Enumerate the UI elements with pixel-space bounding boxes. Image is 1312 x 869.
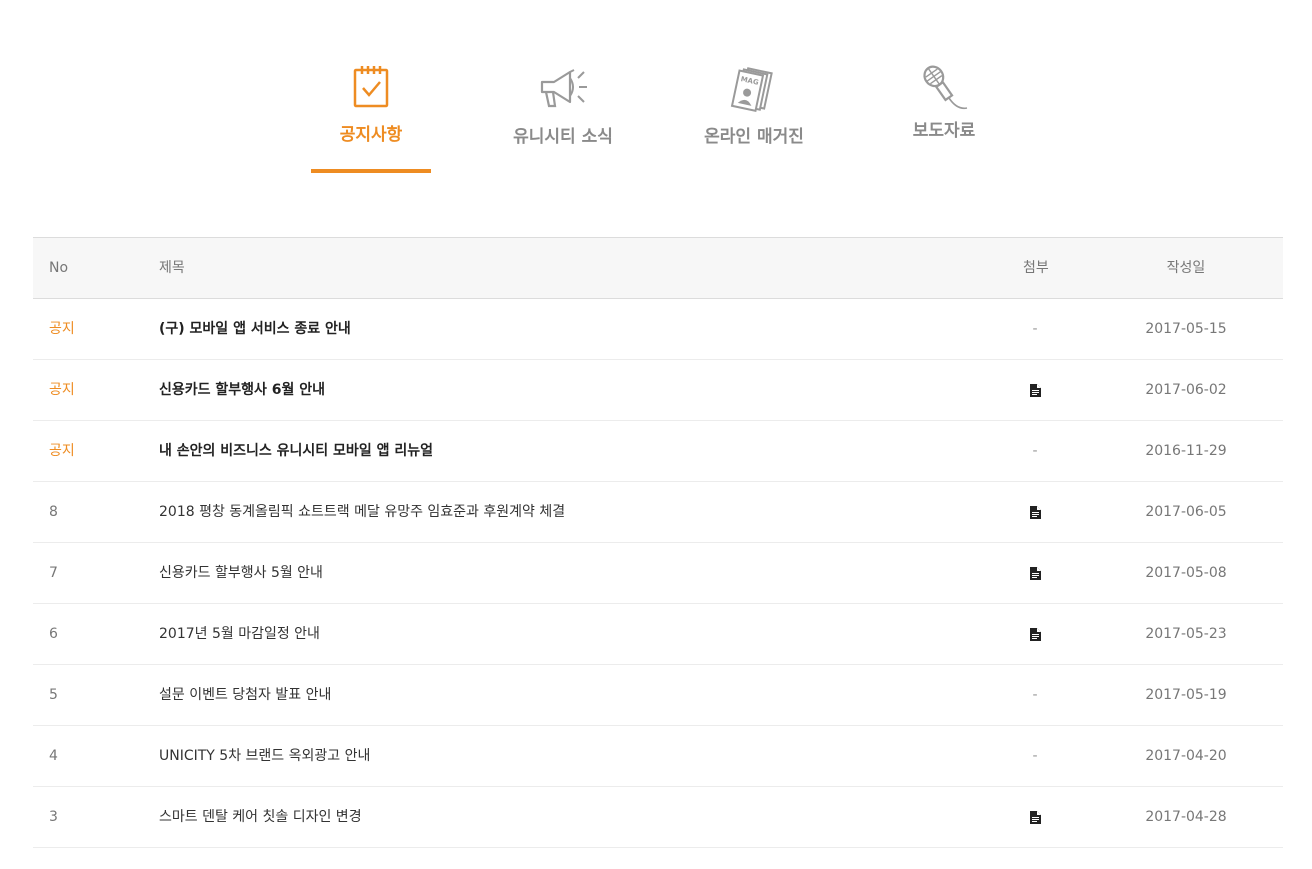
board-tabs: 공지사항 유니시티 소식 MAG 온라인 매거진 보도자료 (0, 0, 1312, 200)
attachment-cell: - (1032, 321, 1038, 337)
tab-label: 유니시티 소식 (513, 127, 613, 147)
document-icon (1029, 566, 1041, 580)
tab-online-magazine[interactable]: MAG 온라인 매거진 (691, 64, 817, 147)
tab-label: 온라인 매거진 (704, 127, 804, 147)
tab-press-release[interactable]: 보도자료 (896, 64, 992, 141)
magazine-icon: MAG (730, 67, 773, 112)
attachment-cell: - (1032, 687, 1038, 703)
row-number: 7 (49, 565, 58, 581)
row-title-link[interactable]: 신용카드 할부행사 5월 안내 (159, 543, 323, 603)
document-icon (1029, 383, 1041, 397)
table-row[interactable]: 8 2018 평창 동계올림픽 쇼트트랙 메달 유망주 임효준과 후원계약 체결 2… (33, 482, 1283, 543)
table-body: 공지 (구) 모바일 앱 서비스 종료 안내 -2017-05-15 공지 신용카드 할… (33, 299, 1283, 848)
row-title-link[interactable]: UNICITY 5차 브랜드 옥외광고 안내 (159, 726, 370, 786)
active-tab-underline (311, 169, 431, 173)
table-row[interactable]: 4 UNICITY 5차 브랜드 옥외광고 안내 - 2017-04-20 (33, 726, 1283, 787)
document-icon (1029, 505, 1041, 519)
microphone-icon (923, 65, 968, 110)
row-date: 2016-11-29 (1145, 443, 1227, 459)
notice-table: No 제목 첨부 작성일 공지 (구) 모바일 앱 서비스 종료 안내 - 2017-… (33, 237, 1283, 848)
row-title-link[interactable]: 2017년 5월 마감일정 안내 (159, 604, 320, 664)
row-date: 2017-05-23 (1145, 626, 1227, 642)
table-row[interactable]: 공지 내 손안의 비즈니스 유니시티 모바일 앱 리뉴얼 - 2016-11-29 (33, 421, 1283, 482)
document-icon (1029, 810, 1041, 824)
header-no: No (49, 260, 69, 276)
attachment-cell: - (1032, 748, 1038, 764)
table-row[interactable]: 7 신용카드 할부행사 5월 안내 2017-05-08 (33, 543, 1283, 604)
row-title-link[interactable]: 스마트 덴탈 케어 칫솔 디자인 변경 (159, 787, 362, 847)
header-date: 작성일 (1166, 260, 1206, 276)
row-title-link[interactable]: 2018 평창 동계올림픽 쇼트트랙 메달 유망주 임효준과 후원계약 체결 (159, 482, 565, 542)
row-number: 공지 (49, 443, 75, 459)
attachment-cell[interactable] (1023, 482, 1047, 542)
row-title-link[interactable]: (구) 모바일 앱 서비스 종료 안내 (159, 299, 351, 359)
header-attachment: 첨부 (1023, 260, 1049, 276)
table-row[interactable]: 5 설문 이벤트 당첨자 발표 안내 - 2017-05-19 (33, 665, 1283, 726)
table-row[interactable]: 공지 신용카드 할부행사 6월 안내 2017-06-02 (33, 360, 1283, 421)
row-number: 8 (49, 504, 58, 520)
table-row[interactable]: 6 2017년 5월 마감일정 안내 2017-05-23 (33, 604, 1283, 665)
row-title-link[interactable]: 내 손안의 비즈니스 유니시티 모바일 앱 리뉴얼 (159, 421, 433, 481)
notepad-check-icon (353, 66, 389, 108)
row-title-link[interactable]: 설문 이벤트 당첨자 발표 안내 (159, 665, 331, 725)
tab-label: 보도자료 (912, 121, 976, 141)
tab-notice[interactable]: 공지사항 (311, 64, 431, 145)
table-row[interactable]: 3 스마트 덴탈 케어 칫솔 디자인 변경 2017-04-28 (33, 787, 1283, 848)
tab-label: 공지사항 (339, 125, 403, 145)
row-date: 2017-06-02 (1145, 382, 1227, 398)
megaphone-icon (540, 69, 587, 108)
row-date: 2017-05-19 (1145, 687, 1227, 703)
table-row[interactable]: 공지 (구) 모바일 앱 서비스 종료 안내 - 2017-05-15 (33, 299, 1283, 360)
row-number: 6 (49, 626, 58, 642)
header-title: 제목 (159, 260, 185, 276)
row-number: 공지 (49, 382, 75, 398)
table-header: No 제목 첨부 작성일 (33, 238, 1283, 299)
row-number: 공지 (49, 321, 75, 337)
row-number: 3 (49, 809, 58, 825)
row-number: 5 (49, 687, 58, 703)
attachment-cell[interactable] (1023, 360, 1047, 420)
row-date: 2017-05-08 (1145, 565, 1227, 581)
row-date: 2017-04-20 (1145, 748, 1227, 764)
attachment-cell[interactable] (1023, 543, 1047, 603)
attachment-cell[interactable] (1023, 787, 1047, 847)
row-date: 2017-05-15 (1145, 321, 1227, 337)
row-number: 4 (49, 748, 58, 764)
attachment-cell: - (1032, 443, 1038, 459)
row-title-link[interactable]: 신용카드 할부행사 6월 안내 (159, 360, 325, 420)
document-icon (1029, 627, 1041, 641)
row-date: 2017-06-05 (1145, 504, 1227, 520)
row-date: 2017-04-28 (1145, 809, 1227, 825)
tab-unicity-news[interactable]: 유니시티 소식 (500, 64, 626, 147)
attachment-cell[interactable] (1023, 604, 1047, 664)
